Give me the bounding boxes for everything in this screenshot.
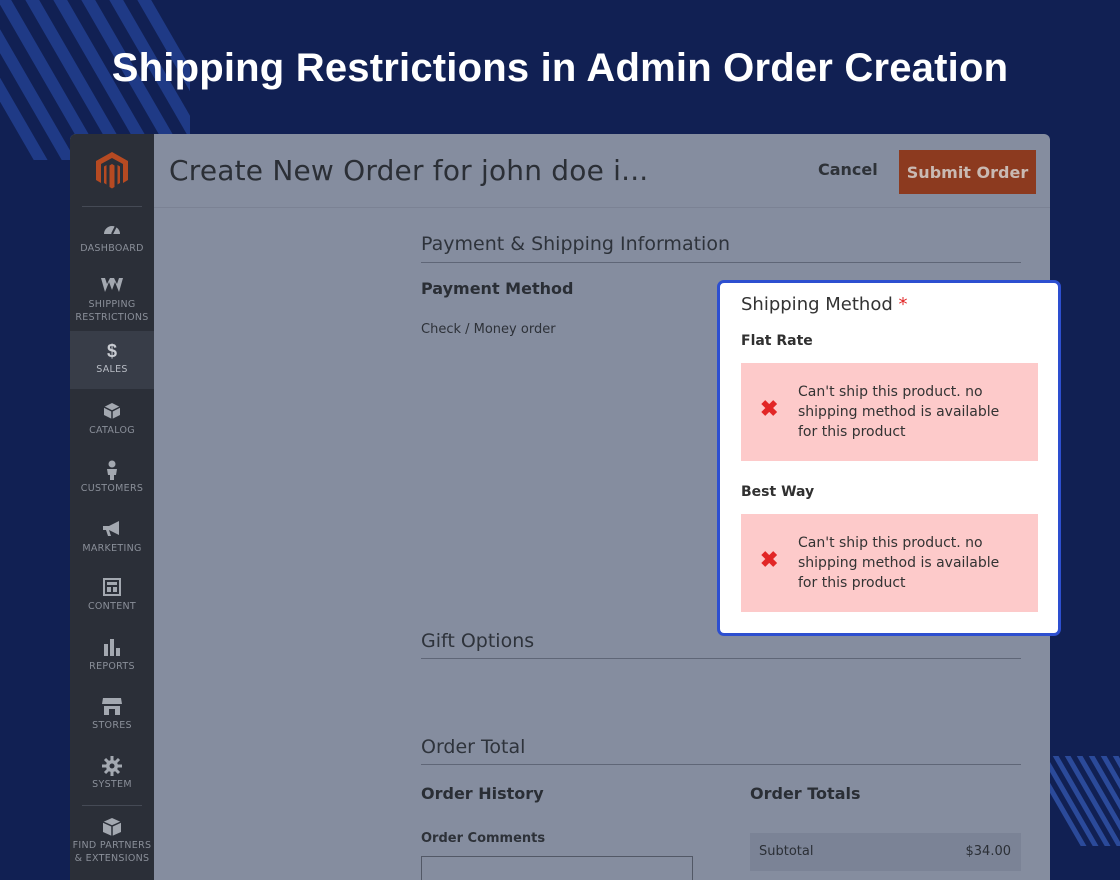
sidebar-item-system[interactable]: SYSTEM — [70, 756, 154, 792]
order-comments-textarea[interactable] — [421, 856, 693, 880]
method-name-flat-rate: Flat Rate — [741, 333, 813, 349]
sidebar-item-label: CATALOG — [89, 425, 135, 436]
page-header: Create New Order for john doe i... Cance… — [154, 134, 1050, 208]
bar-chart-icon — [70, 638, 154, 658]
sidebar-item-content[interactable]: CONTENT — [70, 578, 154, 614]
admin-sidebar: DASHBOARD SHIPPING RESTRICTIONS $ SALES … — [70, 134, 154, 880]
cube-icon — [70, 817, 154, 837]
gift-options-section-title: Gift Options — [421, 630, 535, 652]
order-total-section-title: Order Total — [421, 736, 526, 758]
sidebar-item-label: STORES — [92, 720, 132, 731]
shipping-method-card: Shipping Method * Flat Rate ✖ Can't ship… — [717, 280, 1061, 636]
payment-method-value: Check / Money order — [421, 322, 556, 337]
layout-icon — [70, 578, 154, 598]
gear-icon — [70, 756, 154, 776]
subtotal-value: $34.00 — [965, 844, 1012, 859]
sidebar-divider — [82, 805, 142, 806]
order-history-title: Order History — [421, 784, 544, 803]
section-divider — [421, 658, 1021, 659]
megaphone-icon — [70, 520, 154, 540]
sidebar-item-label: REPORTS — [89, 661, 135, 672]
sidebar-item-label: SHIPPING RESTRICTIONS — [75, 299, 149, 323]
headline: Shipping Restrictions in Admin Order Cre… — [111, 46, 1009, 90]
sidebar-item-dashboard[interactable]: DASHBOARD — [70, 220, 154, 256]
shipping-method-title-text: Shipping Method — [741, 294, 893, 315]
error-text: Can't ship this product. no shipping met… — [798, 384, 1000, 440]
storefront-icon — [70, 697, 154, 717]
amasty-logo-icon — [70, 276, 154, 296]
x-icon: ✖ — [760, 547, 779, 572]
error-text: Can't ship this product. no shipping met… — [798, 535, 1000, 591]
order-totals-title: Order Totals — [750, 784, 861, 803]
sidebar-item-label: CUSTOMERS — [80, 483, 144, 494]
section-divider — [421, 262, 1021, 263]
sidebar-item-sales[interactable]: $ SALES — [70, 331, 154, 389]
shipping-method-title: Shipping Method * — [741, 294, 908, 315]
dollar-icon: $ — [106, 341, 117, 361]
person-icon — [70, 460, 154, 480]
required-mark: * — [898, 294, 908, 315]
sidebar-item-find-partners[interactable]: FIND PARTNERS & EXTENSIONS — [70, 817, 154, 869]
sidebar-item-shipping-restrictions[interactable]: SHIPPING RESTRICTIONS — [70, 276, 154, 328]
order-comments-label: Order Comments — [421, 831, 546, 846]
payment-shipping-section-title: Payment & Shipping Information — [421, 233, 730, 255]
sidebar-item-stores[interactable]: STORES — [70, 697, 154, 733]
sidebar-item-customers[interactable]: CUSTOMERS — [70, 460, 154, 496]
error-message-best-way: ✖ Can't ship this product. no shipping m… — [741, 514, 1038, 612]
sidebar-item-label: SYSTEM — [92, 779, 132, 790]
payment-method-title: Payment Method — [421, 279, 574, 298]
subtotal-label: Subtotal — [759, 844, 814, 859]
sidebar-item-label: SALES — [96, 364, 128, 375]
section-divider — [421, 764, 1021, 765]
submit-order-button[interactable]: Submit Order — [899, 150, 1036, 194]
page-title: Create New Order for john doe i... — [169, 154, 649, 187]
sidebar-item-catalog[interactable]: CATALOG — [70, 402, 154, 438]
sidebar-item-label: CONTENT — [87, 601, 137, 612]
box-icon — [70, 402, 154, 422]
subtotal-row: Subtotal $34.00 — [750, 833, 1021, 871]
x-icon: ✖ — [760, 396, 779, 421]
method-name-best-way: Best Way — [741, 484, 815, 500]
sidebar-item-label: MARKETING — [82, 543, 142, 554]
sidebar-item-reports[interactable]: REPORTS — [70, 638, 154, 674]
decorative-stripes-bottom-right — [1050, 756, 1120, 846]
sidebar-item-label: FIND PARTNERS & EXTENSIONS — [72, 840, 152, 864]
sidebar-item-label: DASHBOARD — [80, 243, 144, 254]
speedometer-icon — [70, 220, 154, 240]
magento-logo-icon[interactable] — [94, 150, 130, 190]
cancel-button[interactable]: Cancel — [818, 160, 878, 179]
error-message-flat-rate: ✖ Can't ship this product. no shipping m… — [741, 363, 1038, 461]
sidebar-divider — [82, 206, 142, 207]
sidebar-item-marketing[interactable]: MARKETING — [70, 520, 154, 556]
